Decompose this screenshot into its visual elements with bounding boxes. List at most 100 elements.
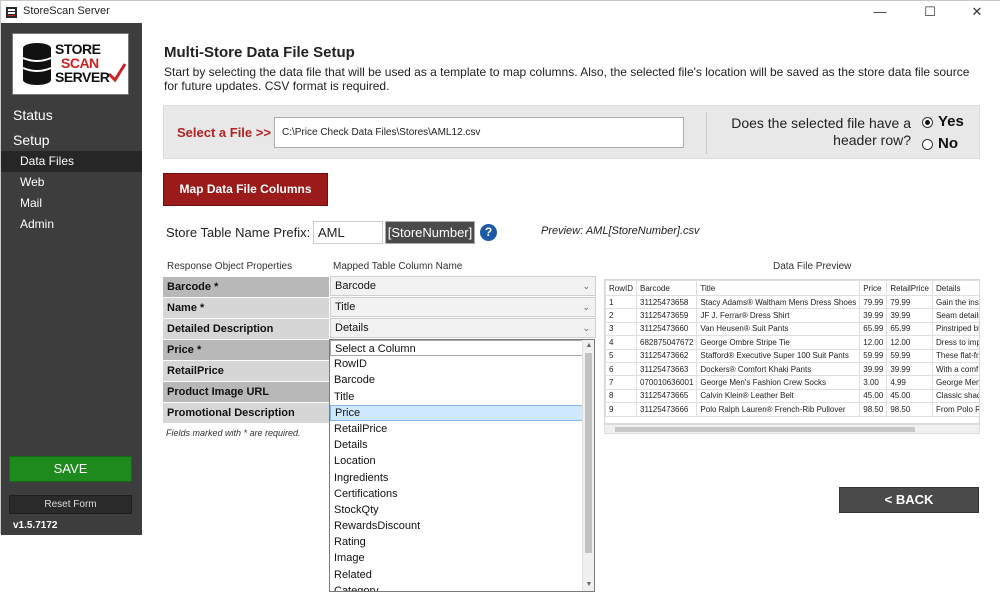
option-stockqty[interactable]: StockQty bbox=[330, 502, 584, 518]
version-label: v1.5.7172 bbox=[13, 520, 58, 531]
column-dropdown-list[interactable]: Select a Column RowID Barcode Title Pric… bbox=[329, 339, 595, 592]
file-select-panel: Select a File >> C:\Price Check Data Fil… bbox=[163, 105, 980, 159]
option-category[interactable]: Category bbox=[330, 583, 584, 591]
dropdown-scrollbar[interactable]: ▲ ▼ bbox=[582, 340, 594, 591]
minimize-button[interactable]: — bbox=[857, 1, 903, 23]
table-cell: 39.99 bbox=[886, 361, 933, 377]
property-name: Name * bbox=[163, 298, 329, 318]
table-cell: 39.99 bbox=[859, 308, 888, 323]
nav-setup[interactable]: Setup bbox=[13, 132, 50, 148]
header-details: Details bbox=[931, 280, 979, 296]
prefix-input[interactable]: AML bbox=[313, 221, 383, 244]
nav-admin[interactable]: Admin bbox=[1, 214, 142, 235]
table-cell: 070010636001 bbox=[636, 375, 698, 390]
header-barcode: Barcode bbox=[636, 280, 698, 296]
table-cell: 45.00 bbox=[859, 388, 888, 404]
reset-form-button[interactable]: Reset Form bbox=[9, 495, 132, 514]
window-title: StoreScan Server bbox=[23, 5, 110, 17]
data-file-preview-title: Data File Preview bbox=[773, 261, 852, 272]
table-row: 7 070010636001 George Men's Fashion Crew S… bbox=[605, 375, 979, 390]
property-barcode: Barcode * bbox=[163, 277, 329, 297]
option-related[interactable]: Related bbox=[330, 567, 584, 583]
select-file-label[interactable]: Select a File >> bbox=[177, 125, 271, 140]
table-row: 8 31125473665 Calvin Klein® Leather Belt 45… bbox=[605, 388, 979, 404]
scroll-up-icon[interactable]: ▲ bbox=[584, 340, 594, 352]
option-retailprice[interactable]: RetailPrice bbox=[330, 421, 584, 437]
option-rewardsdiscount[interactable]: RewardsDiscount bbox=[330, 518, 584, 534]
header-retailprice: RetailPrice bbox=[886, 280, 933, 296]
table-cell: 79.99 bbox=[886, 294, 933, 310]
barcode-select-value: Barcode bbox=[335, 280, 376, 292]
chevron-down-icon: ⌄ bbox=[582, 281, 590, 291]
barcode-column-select[interactable]: Barcode ⌄ bbox=[330, 276, 596, 296]
nav-mail[interactable]: Mail bbox=[1, 193, 142, 214]
header-no-radio[interactable]: No bbox=[922, 135, 958, 152]
map-data-file-columns-button[interactable]: Map Data File Columns bbox=[163, 173, 328, 206]
option-title[interactable]: Title bbox=[330, 389, 584, 405]
table-cell: Polo Ralph Lauren® French-Rib Pullover bbox=[696, 402, 861, 417]
header-rowid: RowID bbox=[605, 280, 638, 296]
table-row: 5 31125473662 Stafford® Executive Super 10… bbox=[605, 348, 979, 363]
sidebar: STORE SCAN SERVER Status Setup Data File… bbox=[1, 23, 142, 535]
option-certifications[interactable]: Certifications bbox=[330, 486, 584, 502]
property-retail-price: RetailPrice bbox=[163, 361, 329, 381]
dropdown-options: Select a Column RowID Barcode Title Pric… bbox=[330, 340, 584, 591]
scrollbar-thumb[interactable] bbox=[585, 353, 592, 553]
yes-label: Yes bbox=[938, 113, 964, 130]
table-cell: George Ombre Stripe Tie bbox=[696, 335, 861, 350]
option-rating[interactable]: Rating bbox=[330, 534, 584, 550]
property-promotional-description: Promotional Description bbox=[163, 403, 329, 423]
nav-status[interactable]: Status bbox=[13, 107, 53, 123]
details-column-select[interactable]: Details ⌄ bbox=[330, 318, 596, 338]
maximize-button[interactable]: ☐ bbox=[907, 1, 953, 23]
nav-data-files[interactable]: Data Files bbox=[1, 151, 142, 172]
save-button[interactable]: SAVE bbox=[9, 456, 132, 482]
help-icon[interactable]: ? bbox=[480, 224, 497, 241]
option-barcode[interactable]: Barcode bbox=[330, 372, 584, 388]
table-cell: 1 bbox=[605, 294, 638, 310]
table-cell: 39.99 bbox=[886, 308, 933, 323]
data-file-preview[interactable]: RowID Barcode Title Price RetailPrice De… bbox=[604, 279, 980, 424]
close-button[interactable]: ✕ bbox=[954, 1, 1000, 23]
header-yes-radio[interactable]: Yes bbox=[922, 113, 964, 130]
table-cell: 31125473658 bbox=[636, 294, 698, 310]
table-cell: These flat-fr bbox=[931, 348, 979, 363]
option-select-a-column[interactable]: Select a Column bbox=[330, 340, 584, 357]
table-cell: From Polo R bbox=[931, 402, 979, 417]
table-cell: 79.99 bbox=[859, 294, 888, 310]
table-cell: 6 bbox=[605, 361, 638, 377]
table-cell: 65.99 bbox=[886, 321, 933, 337]
table-row: 3 31125473660 Van Heusen® Suit Pants 65.99 6… bbox=[605, 321, 979, 337]
table-cell: 31125473659 bbox=[636, 308, 698, 323]
option-ingredients[interactable]: Ingredients bbox=[330, 470, 584, 486]
name-select-value: Title bbox=[335, 301, 356, 313]
scrollbar-thumb[interactable] bbox=[615, 427, 915, 432]
option-location[interactable]: Location bbox=[330, 453, 584, 469]
name-column-select[interactable]: Title ⌄ bbox=[330, 297, 596, 317]
table-cell: 4.99 bbox=[886, 375, 933, 390]
option-rowid[interactable]: RowID bbox=[330, 356, 584, 372]
table-cell: JF J. Ferrar® Dress Shirt bbox=[696, 308, 861, 323]
table-cell: 8 bbox=[605, 388, 638, 404]
chevron-down-icon: ⌄ bbox=[582, 302, 590, 312]
header-price: Price bbox=[859, 280, 888, 296]
scroll-down-icon[interactable]: ▼ bbox=[584, 579, 594, 591]
header-title: Title bbox=[696, 280, 861, 296]
option-image[interactable]: Image bbox=[330, 550, 584, 566]
table-cell: George Men's Fashion Crew Socks bbox=[696, 375, 861, 390]
store-scan-logo: STORE SCAN SERVER bbox=[12, 33, 129, 95]
details-select-value: Details bbox=[335, 322, 369, 334]
file-path-input[interactable]: C:\Price Check Data Files\Stores\AML12.c… bbox=[274, 117, 684, 148]
option-details[interactable]: Details bbox=[330, 437, 584, 453]
radio-unselected-icon bbox=[922, 138, 933, 150]
table-cell: Gain the inst bbox=[931, 294, 979, 310]
preview-horizontal-scrollbar[interactable] bbox=[604, 424, 980, 434]
table-cell: Van Heusen® Suit Pants bbox=[696, 321, 861, 337]
table-cell: 4 bbox=[605, 335, 638, 350]
nav-web[interactable]: Web bbox=[1, 172, 142, 193]
store-number-token: [StoreNumber] bbox=[385, 221, 475, 244]
table-cell: 31125473665 bbox=[636, 388, 698, 404]
option-price[interactable]: Price bbox=[330, 404, 584, 421]
table-cell: Pinstriped bl bbox=[931, 321, 979, 337]
back-button[interactable]: < BACK bbox=[839, 487, 979, 513]
